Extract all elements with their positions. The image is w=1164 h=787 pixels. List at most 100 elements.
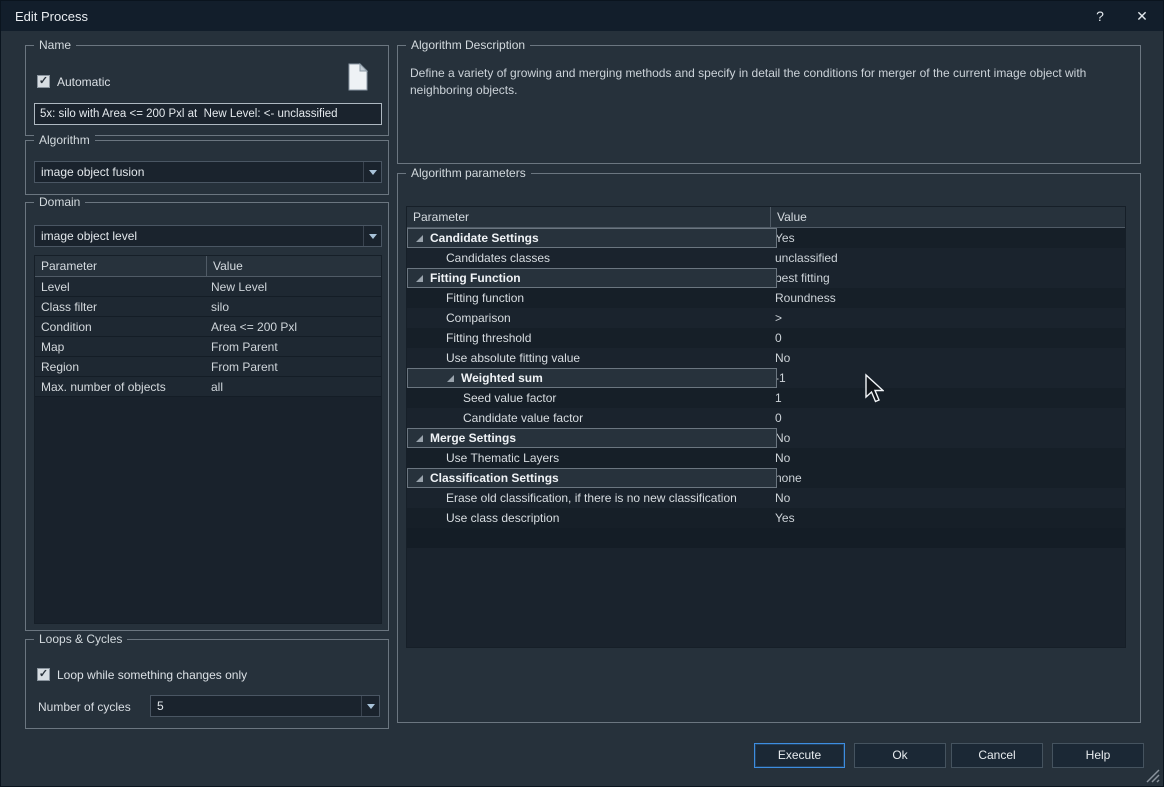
chevron-down-icon[interactable] [361,696,379,716]
parameter-value-cell: No [771,351,1125,365]
parameter-row[interactable]: Candidates classesunclassified [407,248,1125,268]
domain-parameter-cell: Level [35,280,207,294]
parameter-group-row[interactable]: Candidate Settings [407,228,777,248]
cancel-button[interactable]: Cancel [951,743,1043,768]
parameter-name-cell: Weighted sum [408,371,772,385]
parameter-row[interactable]: Use Thematic Layers No [407,448,1125,468]
parameter-row[interactable]: Comparison> [407,308,1125,328]
help-button[interactable]: Help [1052,743,1144,768]
parameter-label: Candidate value factor [463,411,583,425]
process-name-input[interactable] [34,103,382,125]
automatic-checkbox[interactable]: ✓ [37,75,50,88]
number-of-cycles-value: 5 [151,699,361,713]
parameter-name-cell: Merge Settings [408,431,772,445]
checkmark-icon: ✓ [39,76,48,87]
parameter-label: Candidate Settings [430,231,539,245]
parameter-row[interactable]: Erase old classification, if there is no… [407,488,1125,508]
parameter-name-cell: Seed value factor [407,391,771,405]
domain-value-cell: silo [207,300,381,314]
execute-button[interactable]: Execute [754,743,845,768]
tree-expanded-icon[interactable] [447,375,454,382]
parameter-label: Weighted sum [461,371,543,385]
domain-table-row[interactable]: ConditionArea <= 200 Pxl [35,317,381,337]
close-icon[interactable]: ✕ [1121,1,1163,31]
parameter-name-cell: Candidates classes [407,251,771,265]
domain-parameter-cell: Map [35,340,207,354]
parameter-name-cell: Fitting function [407,291,771,305]
domain-group-label: Domain [34,195,85,209]
parameter-name-cell: Fitting threshold [407,331,771,345]
parameter-row[interactable]: Use class descriptionYes [407,508,1125,528]
domain-table-row[interactable]: Class filtersilo [35,297,381,317]
parameter-group-row[interactable]: Weighted sum [407,368,777,388]
parameter-name-cell: Candidate Settings [408,231,772,245]
parameter-value-cell: unclassified [771,251,1125,265]
parameter-row[interactable]: Fitting function Roundness [407,288,1125,308]
parameter-value-cell: none [771,471,1125,485]
parameter-value-cell: No [771,491,1125,505]
checkmark-icon: ✓ [39,669,48,680]
tree-expanded-icon[interactable] [416,435,423,442]
algorithm-dropdown[interactable]: image object fusion [34,161,382,183]
parameter-row[interactable]: Seed value factor1 [407,388,1125,408]
parameter-row[interactable]: Use absolute fitting valueNo [407,348,1125,368]
loop-while-changes-label[interactable]: Loop while something changes only [57,668,247,682]
domain-header-parameter[interactable]: Parameter [35,256,207,276]
parameter-label: Fitting function [446,291,524,305]
resize-grip[interactable] [1146,769,1160,783]
document-icon[interactable] [348,63,368,91]
parameter-label: Merge Settings [430,431,516,445]
domain-header-value[interactable]: Value [207,256,243,276]
parameter-row[interactable]: Candidate value factor 0 [407,408,1125,428]
algorithm-parameters-group: Algorithm parameters Parameter Value Can… [397,173,1141,723]
domain-table-row[interactable]: LevelNew Level [35,277,381,297]
domain-parameter-cell: Condition [35,320,207,334]
automatic-checkbox-label[interactable]: Automatic [57,75,110,89]
parameters-table-header: Parameter Value [407,207,1125,228]
name-group-label: Name [34,38,76,52]
parameter-row[interactable]: Fitting threshold0 [407,328,1125,348]
parameter-value-cell: 1 [771,391,1125,405]
tree-expanded-icon[interactable] [416,475,423,482]
tree-expanded-icon[interactable] [416,275,423,282]
number-of-cycles-dropdown[interactable]: 5 [150,695,380,717]
parameters-header-parameter[interactable]: Parameter [407,207,771,227]
parameters-header-value[interactable]: Value [771,207,807,227]
parameter-group-row[interactable]: Classification Settings [407,468,777,488]
edit-process-dialog: Edit Process ? ✕ Name ✓ Automatic Algori… [0,0,1164,787]
domain-table-row[interactable]: RegionFrom Parent [35,357,381,377]
name-group: Name ✓ Automatic [25,45,389,136]
help-icon[interactable]: ? [1079,1,1121,31]
parameter-value-cell: best fitting [771,271,1125,285]
parameter-value-cell: 0 [771,411,1125,425]
loops-cycles-group: Loops & Cycles ✓ Loop while something ch… [25,639,389,729]
algorithm-description-group-label: Algorithm Description [406,38,530,52]
domain-table-row[interactable]: Max. number of objectsall [35,377,381,397]
parameter-label: Use Thematic Layers [446,451,559,465]
domain-table: Parameter Value LevelNew LevelClass filt… [34,255,382,624]
parameter-name-cell: Use class description [407,511,771,525]
titlebar[interactable]: Edit Process ? ✕ [1,1,1163,31]
domain-dropdown[interactable]: image object level [34,225,382,247]
parameter-value-cell: No [771,451,1125,465]
parameter-value-cell: Roundness [771,291,1125,305]
parameter-label: Fitting Function [430,271,521,285]
window-title: Edit Process [1,9,1079,24]
parameters-table: Parameter Value Candidate SettingsEnable… [406,206,1126,648]
algorithm-description-group: Algorithm Description Define a variety o… [397,45,1141,164]
parameter-name-cell: Fitting Function [408,271,772,285]
parameter-empty-row [407,528,1125,548]
domain-parameter-cell: Region [35,360,207,374]
parameter-group-row[interactable]: Merge Settings [407,428,777,448]
parameter-group-row[interactable]: Fitting Function [407,268,777,288]
domain-value-cell: all [207,380,381,394]
domain-value-cell: New Level [207,280,381,294]
chevron-down-icon[interactable] [363,226,381,246]
tree-expanded-icon[interactable] [416,235,423,242]
parameter-name-cell: Use Thematic Layers [407,451,771,465]
loop-while-changes-checkbox[interactable]: ✓ [37,668,50,681]
ok-button[interactable]: Ok [854,743,946,768]
chevron-down-icon[interactable] [363,162,381,182]
algorithm-dropdown-value: image object fusion [35,165,363,179]
domain-table-row[interactable]: MapFrom Parent [35,337,381,357]
